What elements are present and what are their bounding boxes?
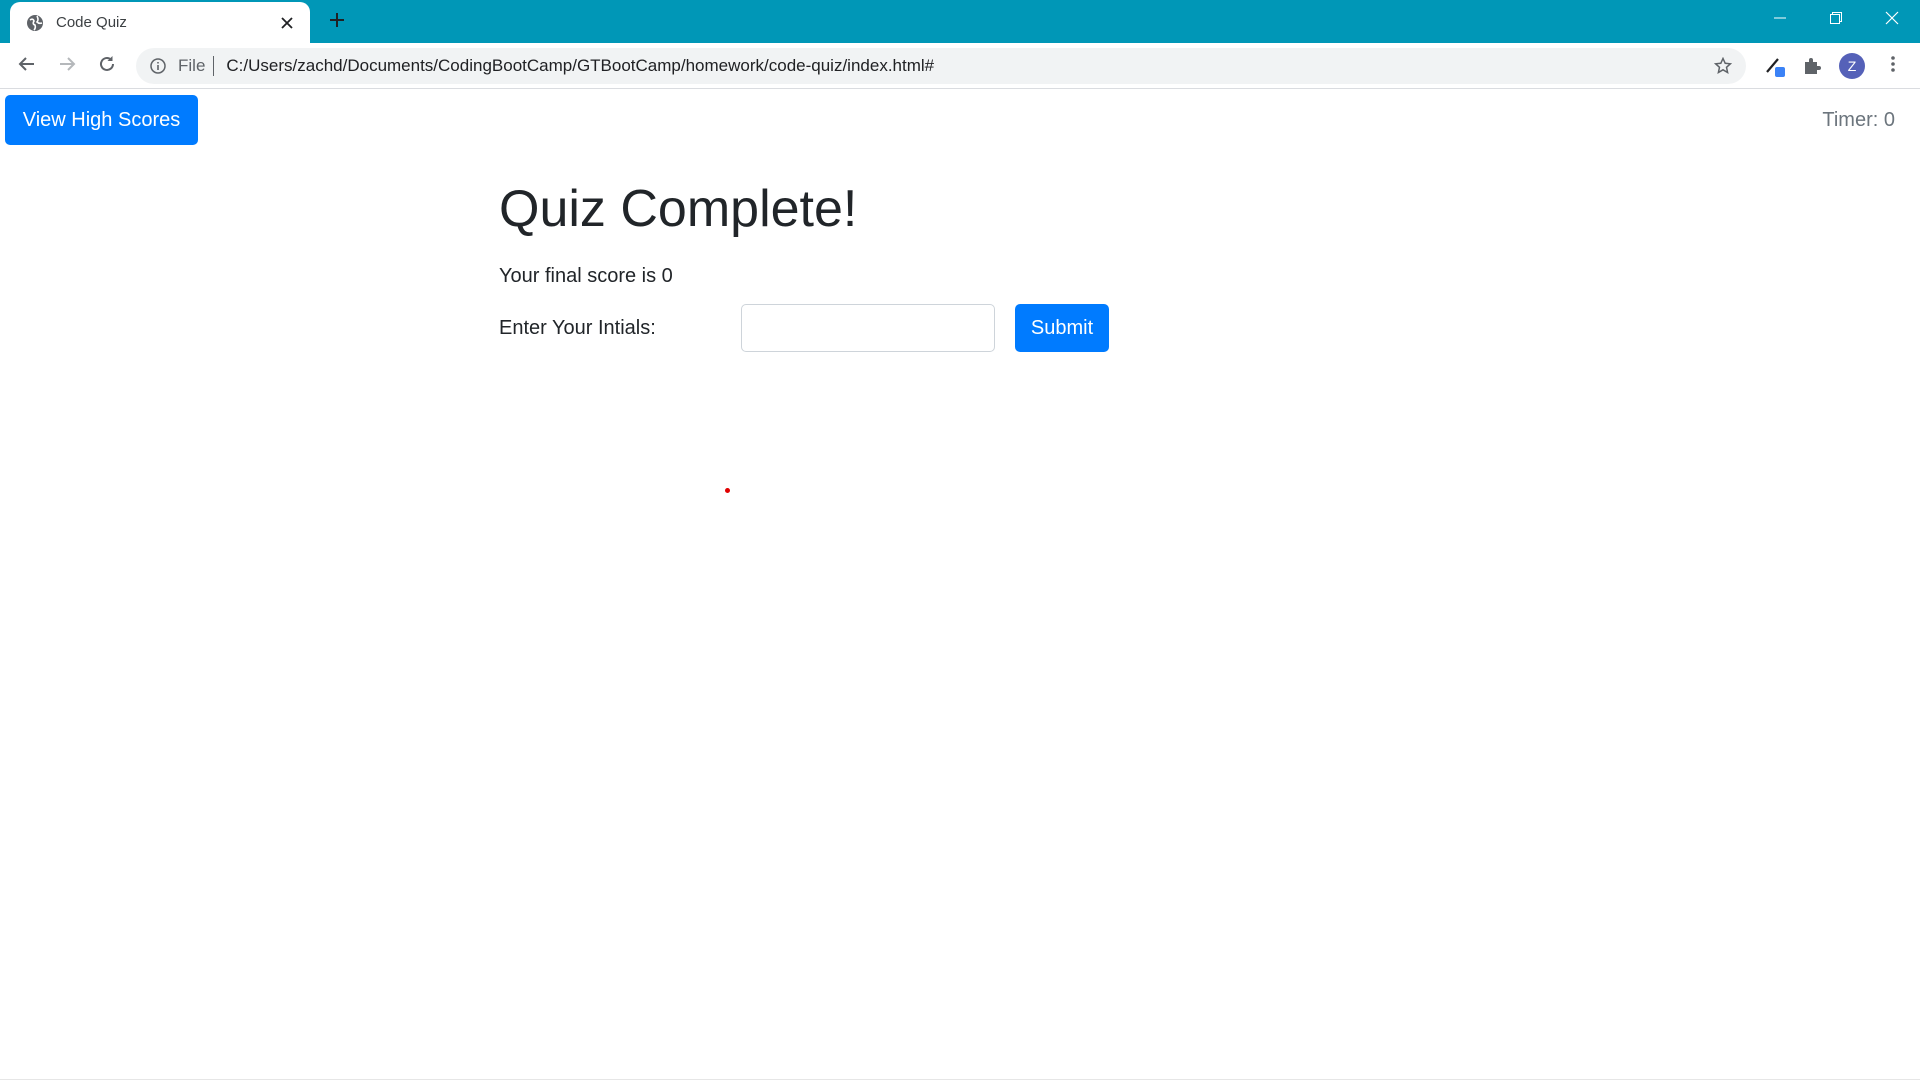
omnibox-divider [213,56,215,76]
quiz-complete-section: Quiz Complete! Your final score is 0 Ent… [499,177,1399,353]
restore-button[interactable] [1808,0,1864,40]
view-high-scores-button[interactable]: View High Scores [5,95,198,145]
close-tab-icon[interactable] [276,12,298,34]
window-controls [1752,0,1920,40]
menu-button[interactable] [1879,52,1907,80]
info-icon[interactable] [148,56,168,76]
initials-form: Enter Your Intials: Submit [499,304,1399,353]
page-title: Quiz Complete! [499,180,858,238]
tab-title: Code Quiz [56,14,127,31]
cursor-dot [725,488,730,493]
close-window-button[interactable] [1864,0,1920,40]
bookmark-star-icon[interactable] [1708,51,1738,81]
close-icon [1885,11,1899,30]
plus-icon [329,12,345,33]
restore-icon [1830,11,1842,29]
address-bar[interactable]: File C:/Users/zachd/Documents/CodingBoot… [136,48,1746,84]
omnibox-scheme-label: File [178,56,206,75]
submit-button[interactable]: Submit [1015,304,1109,352]
globe-icon [26,14,44,32]
url-text[interactable]: C:/Users/zachd/Documents/CodingBootCamp/… [226,56,1708,76]
arrow-left-icon [18,55,36,78]
back-button[interactable] [12,51,42,81]
extension-pen-icon[interactable] [1761,52,1789,80]
final-score-text: Your final score is 0 [499,265,673,287]
browser-titlebar: Code Quiz [0,0,1920,43]
minimize-icon [1774,11,1786,29]
timer: Timer: 0 [1822,109,1895,131]
reload-button[interactable] [92,51,122,81]
page-content: View High Scores Timer: 0 Quiz Complete!… [0,89,1920,1080]
reload-icon [98,55,116,78]
new-tab-button[interactable] [324,9,350,35]
more-vert-icon [1890,55,1896,78]
arrow-right-icon [58,55,76,78]
profile-button[interactable]: Z [1838,52,1866,80]
browser-toolbar: File C:/Users/zachd/Documents/CodingBoot… [0,43,1920,89]
initials-input[interactable] [741,304,995,352]
puzzle-icon[interactable] [1798,52,1826,80]
initials-label: Enter Your Intials: [499,317,656,339]
browser-tab[interactable]: Code Quiz [10,2,310,43]
forward-button[interactable] [52,51,82,81]
minimize-button[interactable] [1752,0,1808,40]
avatar: Z [1839,53,1865,79]
